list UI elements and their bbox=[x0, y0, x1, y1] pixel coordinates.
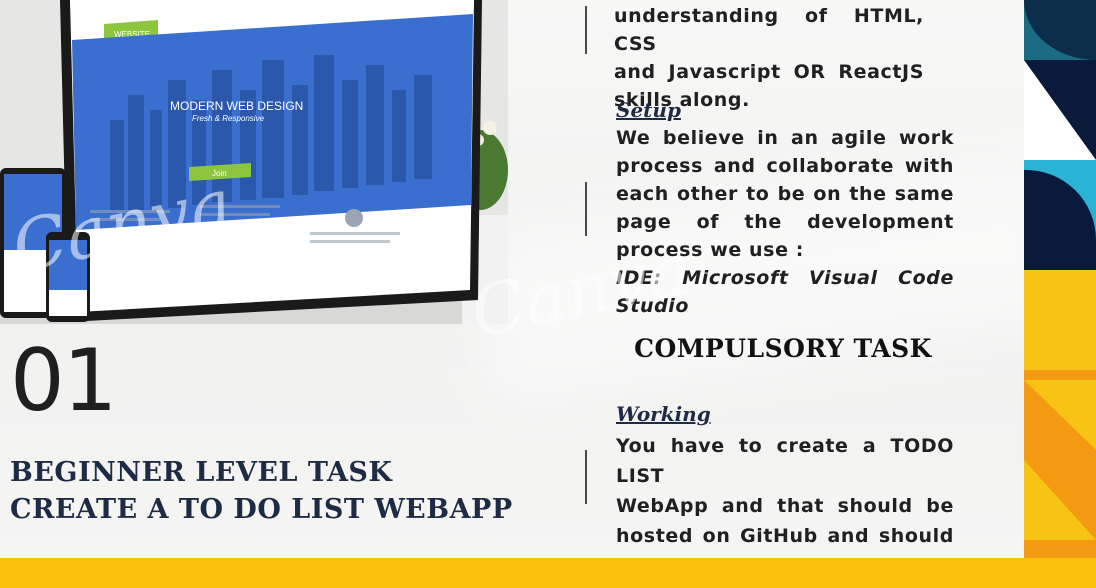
setup-line: each other to be on the same bbox=[616, 183, 954, 205]
setup-line: process and collaborate with bbox=[616, 155, 954, 177]
hero-subtitle: Fresh & Responsive bbox=[192, 114, 265, 123]
working-paragraph: You have to create a TODO LIST WebApp an… bbox=[616, 431, 954, 558]
divider-line bbox=[585, 182, 587, 236]
divider-line bbox=[585, 6, 587, 54]
ide-line: IDE: Microsoft Visual Code bbox=[616, 267, 954, 289]
decorative-pattern-panel bbox=[1024, 0, 1096, 558]
working-line: hosted on GitHub and should be bbox=[616, 525, 954, 558]
working-line: WebApp and that should be bbox=[616, 495, 954, 517]
task-number: 01 bbox=[10, 331, 117, 431]
setup-line: process we use : bbox=[616, 239, 804, 261]
setup-paragraph: We believe in an agile work process and … bbox=[616, 124, 954, 320]
mockup-illustration: WEBSITE MODERN WEB DESIGN Fresh & Respon… bbox=[0, 0, 508, 324]
setup-line: We believe in an agile work bbox=[616, 127, 954, 149]
working-heading: Working bbox=[616, 402, 711, 426]
page-canvas: WEBSITE MODERN WEB DESIGN Fresh & Respon… bbox=[0, 0, 1024, 558]
setup-line: page of the development bbox=[616, 211, 954, 233]
bottom-accent-bar bbox=[0, 558, 1096, 588]
geometric-pattern bbox=[1024, 0, 1096, 558]
ide-line: Studio bbox=[616, 295, 690, 317]
task-level-heading: BEGINNER LEVEL TASK bbox=[10, 457, 393, 488]
setup-heading: Setup bbox=[616, 98, 681, 122]
device-mockup-photo: WEBSITE MODERN WEB DESIGN Fresh & Respon… bbox=[0, 0, 508, 324]
pie-icon bbox=[345, 209, 363, 227]
intro-line: understanding of HTML, CSS bbox=[614, 5, 924, 55]
compulsory-task-heading: COMPULSORY TASK bbox=[634, 334, 932, 363]
divider-line bbox=[585, 450, 587, 504]
hero-title: MODERN WEB DESIGN bbox=[170, 99, 303, 113]
intro-line: and Javascript OR ReactJS bbox=[614, 61, 924, 83]
task-name-heading: CREATE A TO DO LIST WEBAPP bbox=[10, 494, 513, 525]
working-line: You have to create a TODO LIST bbox=[616, 435, 954, 487]
